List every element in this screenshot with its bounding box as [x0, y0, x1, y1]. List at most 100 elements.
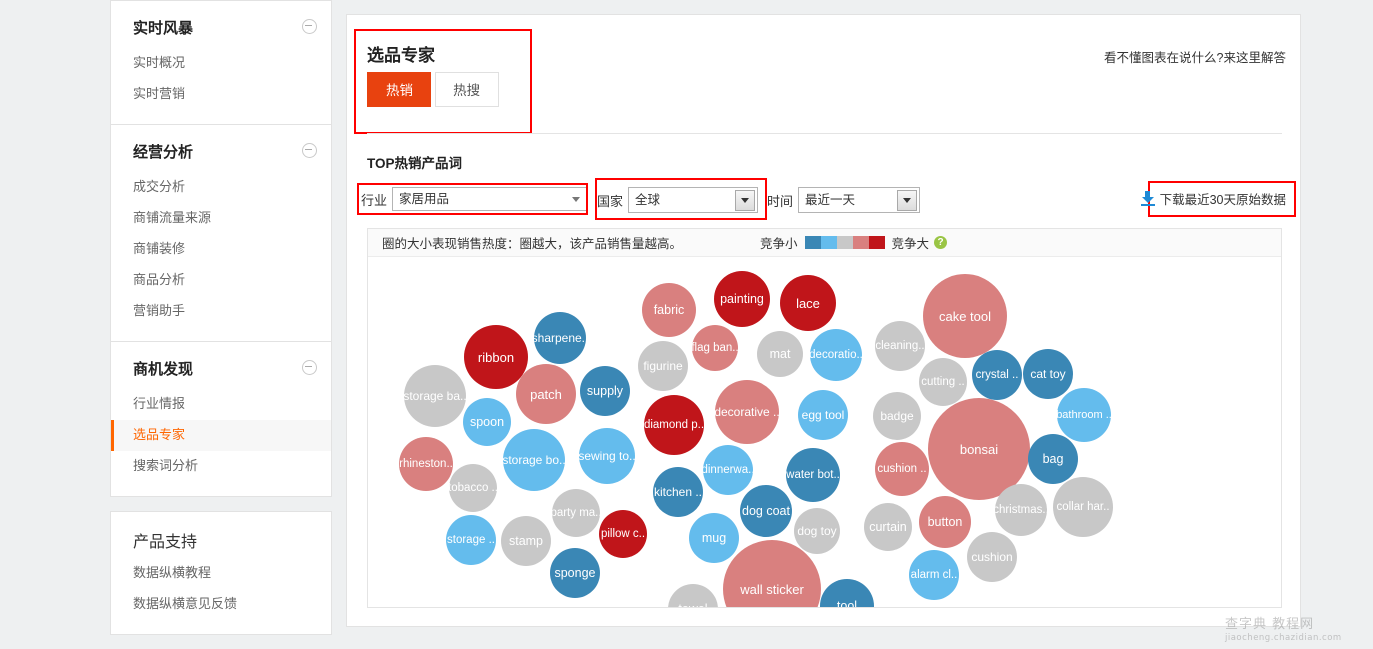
bubble-chart-card: 圈的大小表现销售热度：圈越大，该产品销售量越高。 竞争小 竞争大 ? stora…	[367, 228, 1282, 608]
tab-hot-search[interactable]: 热搜	[434, 72, 499, 107]
sidebar-group-support: 产品支持 数据纵横教程 数据纵横意见反馈	[110, 511, 332, 635]
chevron-down-icon[interactable]	[735, 190, 756, 211]
question-mark-icon[interactable]: ?	[934, 236, 948, 249]
legend-high-label: 竞争大	[891, 237, 930, 251]
minus-circle-icon[interactable]	[302, 19, 317, 34]
help-link[interactable]: 看不懂图表在说什么?来这里解答	[1104, 47, 1286, 66]
sidebar-group-title: 经营分析	[111, 125, 331, 172]
minus-circle-icon[interactable]	[302, 143, 317, 158]
bubble-cushion[interactable]: cushion	[967, 532, 1017, 582]
sidebar-group-label: 产品支持	[133, 534, 198, 551]
filter-industry-value: 家居用品	[399, 192, 450, 206]
sidebar-item-realtime-marketing[interactable]: 实时营销	[111, 79, 331, 110]
bubble-sewing-to[interactable]: sewing to..	[579, 428, 635, 484]
sidebar-item-selection-expert[interactable]: 选品专家	[111, 420, 331, 451]
legend-size-note: 圈的大小表现销售热度：圈越大，该产品销售量越高。	[382, 237, 683, 251]
watermark-title: 查字典 教程网	[1225, 617, 1315, 632]
bubble-spoon[interactable]: spoon	[463, 398, 511, 446]
legend-low-label: 竞争小	[760, 237, 798, 251]
filter-country-label: 国家	[597, 193, 624, 209]
legend-swatch-5	[868, 236, 885, 249]
bubble-bag[interactable]: bag	[1028, 434, 1078, 484]
sidebar-item-feedback[interactable]: 数据纵横意见反馈	[111, 589, 331, 620]
sidebar-group-label: 经营分析	[133, 144, 194, 161]
bubble-egg-tool[interactable]: egg tool	[798, 390, 848, 440]
sidebar-group-title: 商机发现	[111, 342, 331, 389]
bubble-patch[interactable]: patch	[516, 364, 576, 424]
filter-industry-select[interactable]: 家居用品	[392, 187, 589, 211]
bubble-decorative[interactable]: decorative ..	[715, 380, 779, 444]
watermark-url: jiaocheng.chazidian.com	[1225, 633, 1342, 643]
tab-bar: 热销 热搜	[367, 72, 499, 107]
bubble-storage-bo[interactable]: storage bo..	[503, 429, 565, 491]
tab-hot-sale[interactable]: 热销	[367, 72, 431, 107]
bubble-painting[interactable]: painting	[714, 271, 770, 327]
chevron-down-icon[interactable]	[567, 191, 585, 208]
bubble-flag-ban[interactable]: flag ban..	[692, 325, 738, 371]
app-root: 实时风暴 实时概况 实时营销 经营分析 成交分析 商铺流量来源 商铺装修 商品分…	[0, 0, 1373, 649]
bubble-stamp[interactable]: stamp	[501, 516, 551, 566]
sidebar-item-tutorial[interactable]: 数据纵横教程	[111, 558, 331, 589]
filter-country-value: 全球	[635, 193, 661, 207]
bubble-decoratio[interactable]: decoratio..	[810, 329, 862, 381]
bubble-dog-toy[interactable]: dog toy	[794, 508, 840, 554]
bubble-mat[interactable]: mat	[757, 331, 803, 377]
bubble-party-ma[interactable]: party ma..	[552, 489, 600, 537]
bubble-alarm-cl[interactable]: alarm cl..	[909, 550, 959, 600]
sidebar-group-operation: 经营分析 成交分析 商铺流量来源 商铺装修 商品分析 营销助手	[110, 125, 332, 342]
bubble-collar-har[interactable]: collar har..	[1053, 477, 1113, 537]
bubble-supply[interactable]: supply	[580, 366, 630, 416]
sidebar-item-product-analysis[interactable]: 商品分析	[111, 265, 331, 296]
page-title: 选品专家	[367, 46, 435, 65]
bubble-lace[interactable]: lace	[780, 275, 836, 331]
bubble-pillow-c[interactable]: pillow c..	[599, 510, 647, 558]
bubble-bathroom[interactable]: bathroom ..	[1057, 388, 1111, 442]
sidebar-item-deal-analysis[interactable]: 成交分析	[111, 172, 331, 203]
bubble-tobacco[interactable]: tobacco ..	[449, 464, 497, 512]
legend-swatches	[804, 236, 885, 249]
bubble-cake-tool[interactable]: cake tool	[923, 274, 1007, 358]
bubble-tool[interactable]: tool	[820, 579, 874, 607]
filter-industry: 行业 家居用品	[361, 187, 589, 211]
bubble-button[interactable]: button	[919, 496, 971, 548]
bubble-mug[interactable]: mug	[689, 513, 739, 563]
sidebar-group-label: 商机发现	[133, 361, 194, 378]
bubble-sharpene[interactable]: sharpene..	[534, 312, 586, 364]
minus-circle-icon[interactable]	[302, 360, 317, 375]
bubble-cleaning[interactable]: cleaning..	[875, 321, 925, 371]
sidebar-item-shop-decoration[interactable]: 商铺装修	[111, 234, 331, 265]
chevron-down-icon[interactable]	[897, 190, 918, 211]
sidebar-item-marketing-assistant[interactable]: 营销助手	[111, 296, 331, 327]
bubble-figurine[interactable]: figurine	[638, 341, 688, 391]
sidebar-item-realtime-overview[interactable]: 实时概况	[111, 48, 331, 79]
download-label: 下载最近30天原始数据	[1159, 193, 1286, 207]
bubble-water-bot[interactable]: water bot..	[786, 448, 840, 502]
bubble-fabric[interactable]: fabric	[642, 283, 696, 337]
bubble-cushion[interactable]: cushion ..	[875, 442, 929, 496]
sidebar-item-keyword-analysis[interactable]: 搜索词分析	[111, 451, 331, 482]
bubble-storage[interactable]: storage ..	[446, 515, 496, 565]
filter-country-select[interactable]: 全球	[628, 187, 759, 213]
bubble-curtain[interactable]: curtain	[864, 503, 912, 551]
bubble-cutting[interactable]: cutting ..	[919, 358, 967, 406]
bubble-dog-coat[interactable]: dog coat	[740, 485, 792, 537]
sidebar-item-industry-intel[interactable]: 行业情报	[111, 389, 331, 420]
bubble-kitchen[interactable]: kitchen ..	[653, 467, 703, 517]
download-raw-data-button[interactable]: 下载最近30天原始数据	[1140, 189, 1286, 208]
filter-time-label: 时间	[767, 193, 794, 209]
bubble-storage-ba[interactable]: storage ba..	[404, 365, 466, 427]
filter-time-select[interactable]: 最近一天	[798, 187, 921, 213]
bubble-diamond-p[interactable]: diamond p..	[644, 395, 704, 455]
bubble-cat-toy[interactable]: cat toy	[1023, 349, 1073, 399]
bubble-sponge[interactable]: sponge	[550, 548, 600, 598]
bubble-dinnerwa[interactable]: dinnerwa..	[703, 445, 753, 495]
bubble-rhineston[interactable]: rhineston..	[399, 437, 453, 491]
bubble-towel[interactable]: towel	[668, 584, 718, 607]
bubble-christmas[interactable]: christmas..	[995, 484, 1047, 536]
sidebar-item-shop-traffic-source[interactable]: 商铺流量来源	[111, 203, 331, 234]
bubble-crystal[interactable]: crystal ..	[972, 350, 1022, 400]
bubble-badge[interactable]: badge	[873, 392, 921, 440]
